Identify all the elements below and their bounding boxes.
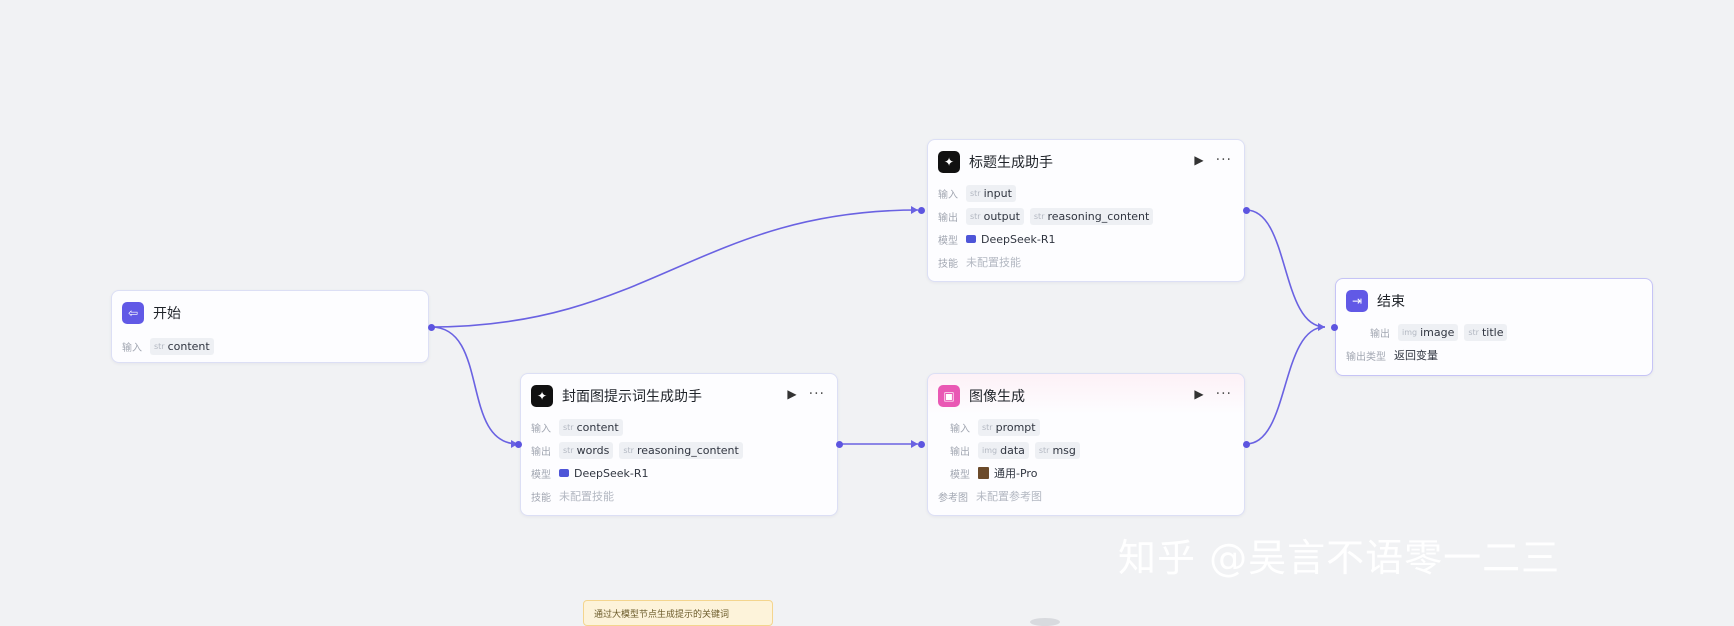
- play-icon[interactable]: ▶: [787, 387, 796, 401]
- model-name: DeepSeek-R1: [574, 466, 649, 480]
- variable-tag: str title: [1464, 323, 1508, 341]
- cover-input-port[interactable]: [515, 441, 522, 448]
- node-start[interactable]: ⇦ 开始 输入 str content: [111, 290, 429, 363]
- watermark: 知乎 @吴言不语零一二三: [1118, 536, 1561, 580]
- llm-icon: ✦: [531, 385, 553, 407]
- output-label: 输出: [531, 446, 551, 458]
- output-type-label: 输出类型: [1346, 351, 1386, 363]
- model-label: 模型: [950, 469, 970, 481]
- deepseek-icon: [559, 469, 569, 477]
- more-icon[interactable]: ···: [1216, 386, 1232, 402]
- node-title: 图像生成: [969, 389, 1025, 405]
- node-title: 开始: [153, 306, 181, 322]
- variable-tag: str words: [559, 441, 614, 459]
- skills-value: 未配置技能: [966, 256, 1021, 269]
- variable-tag: str input: [966, 184, 1016, 202]
- node-end[interactable]: ⇥ 结束 输出 img image str title 输出类型 返回变量: [1335, 278, 1653, 376]
- title-input-port[interactable]: [918, 207, 925, 214]
- variable-tag: str content: [150, 337, 214, 355]
- node-title: 结束: [1377, 294, 1405, 310]
- start-icon: ⇦: [122, 302, 144, 324]
- play-icon[interactable]: ▶: [1194, 387, 1203, 401]
- image-output-port[interactable]: [1243, 441, 1250, 448]
- model-label: 模型: [938, 235, 958, 247]
- model-name: 通用-Pro: [994, 467, 1038, 480]
- title-output-port[interactable]: [1243, 207, 1250, 214]
- skills-label: 技能: [938, 258, 958, 270]
- output-label: 输出: [1370, 328, 1390, 340]
- node-cover-prompt[interactable]: ✦ 封面图提示词生成助手 ▶ ··· 输入 str content 输出 str w…: [520, 373, 838, 516]
- end-icon: ⇥: [1346, 290, 1368, 312]
- output-label: 输出: [938, 212, 958, 224]
- model-name: DeepSeek-R1: [981, 232, 1056, 246]
- reference-value: 未配置参考图: [976, 490, 1042, 503]
- node-image-gen[interactable]: ▣ 图像生成 ▶ ··· 输入 str prompt 输出 img data str…: [927, 373, 1245, 516]
- node-title: 封面图提示词生成助手: [562, 389, 702, 405]
- edge-image-to-end: [1245, 326, 1326, 445]
- variable-tag: str reasoning_content: [1029, 207, 1154, 225]
- edge-title-to-end: [1245, 209, 1326, 328]
- play-icon[interactable]: ▶: [1194, 153, 1203, 167]
- image-icon: ▣: [938, 385, 960, 407]
- canvas-handle[interactable]: [1030, 618, 1060, 626]
- deepseek-icon: [966, 235, 976, 243]
- end-input-port[interactable]: [1331, 324, 1338, 331]
- arrowhead-end: [1318, 323, 1325, 331]
- llm-icon: ✦: [938, 151, 960, 173]
- start-output-port[interactable]: [428, 324, 435, 331]
- arrowhead-title: [911, 206, 918, 214]
- node-title: 标题生成助手: [969, 155, 1053, 171]
- output-label: 输出: [950, 446, 970, 458]
- variable-tag: str prompt: [978, 418, 1040, 436]
- input-label: 输入: [531, 423, 551, 435]
- model-label: 模型: [531, 469, 551, 481]
- output-type-value: 返回变量: [1394, 349, 1438, 362]
- skills-value: 未配置技能: [559, 490, 614, 503]
- input-label: 输入: [938, 189, 958, 201]
- variable-tag: str reasoning_content: [619, 441, 743, 459]
- skills-label: 技能: [531, 492, 551, 504]
- variable-tag: img data: [978, 441, 1029, 459]
- cover-output-port[interactable]: [836, 441, 843, 448]
- edge-start-to-cover: [430, 326, 519, 445]
- edge-start-to-title: [430, 209, 919, 328]
- variable-tag: str msg: [1034, 441, 1080, 459]
- model-avatar-icon: [978, 467, 989, 479]
- variable-tag: str output: [966, 207, 1024, 225]
- variable-tag: img image: [1398, 323, 1459, 341]
- node-title-assistant[interactable]: ✦ 标题生成助手 ▶ ··· 输入 str input 输出 str output …: [927, 139, 1245, 282]
- input-label: 输入: [950, 423, 970, 435]
- comment-note[interactable]: 通过大模型节点生成提示的关键词: [583, 600, 773, 626]
- image-input-port[interactable]: [918, 441, 925, 448]
- reference-label: 参考图: [938, 492, 968, 504]
- variable-tag: str content: [559, 418, 623, 436]
- more-icon[interactable]: ···: [809, 386, 825, 402]
- more-icon[interactable]: ···: [1216, 152, 1232, 168]
- arrowhead-image: [911, 440, 918, 448]
- input-label: 输入: [122, 342, 142, 354]
